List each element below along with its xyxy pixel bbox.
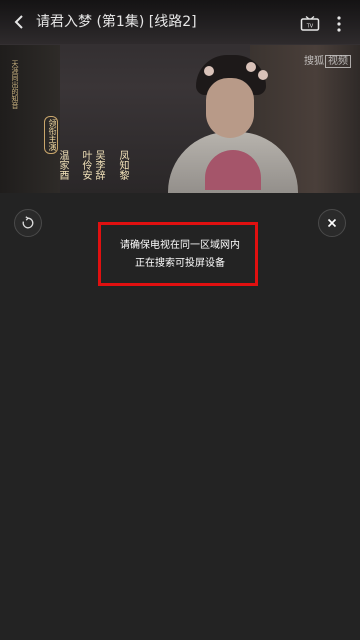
refresh-button[interactable]	[14, 209, 42, 237]
refresh-icon	[22, 216, 34, 229]
credit-name: 凤知黎	[117, 150, 128, 180]
close-button[interactable]	[318, 209, 346, 237]
cast-tv-button[interactable]: TV	[300, 16, 320, 32]
more-vertical-icon	[337, 16, 341, 32]
credit-name: 吴李辞	[93, 150, 104, 180]
watermark-prefix: 搜狐	[304, 56, 324, 67]
highlight-box	[98, 222, 258, 286]
back-button[interactable]	[10, 12, 30, 32]
cast-device-panel: 请确保电视在同一区域网内 正在搜索可投屏设备	[0, 193, 360, 640]
credits-subtitle: 天涯同出的知音	[11, 60, 19, 109]
tv-icon: TV	[300, 16, 320, 31]
credits-heading: 领衔主演	[44, 116, 58, 154]
more-options-button[interactable]	[332, 15, 346, 33]
top-bar: 请君入梦 (第1集) [线路2] TV	[0, 0, 360, 44]
svg-text:TV: TV	[306, 24, 314, 30]
close-icon	[327, 218, 337, 228]
video-title: 请君入梦 (第1集) [线路2]	[36, 14, 197, 30]
credit-name: 温家酉	[57, 150, 68, 180]
sohu-watermark: 搜狐 视频	[304, 52, 351, 68]
video-figure-face	[206, 78, 254, 138]
hair-flower	[258, 70, 268, 80]
credit-name: 叶伶安	[80, 150, 91, 180]
watermark-box: 视频	[325, 55, 351, 68]
video-player[interactable]: 天涯同出的知音 领衔主演 温家酉 叶伶安 吴李辞 凤知黎 搜狐 视频 请君入梦 (…	[0, 0, 360, 193]
hair-flower	[246, 62, 256, 72]
hair-flower	[204, 66, 214, 76]
chevron-left-icon	[14, 15, 23, 29]
